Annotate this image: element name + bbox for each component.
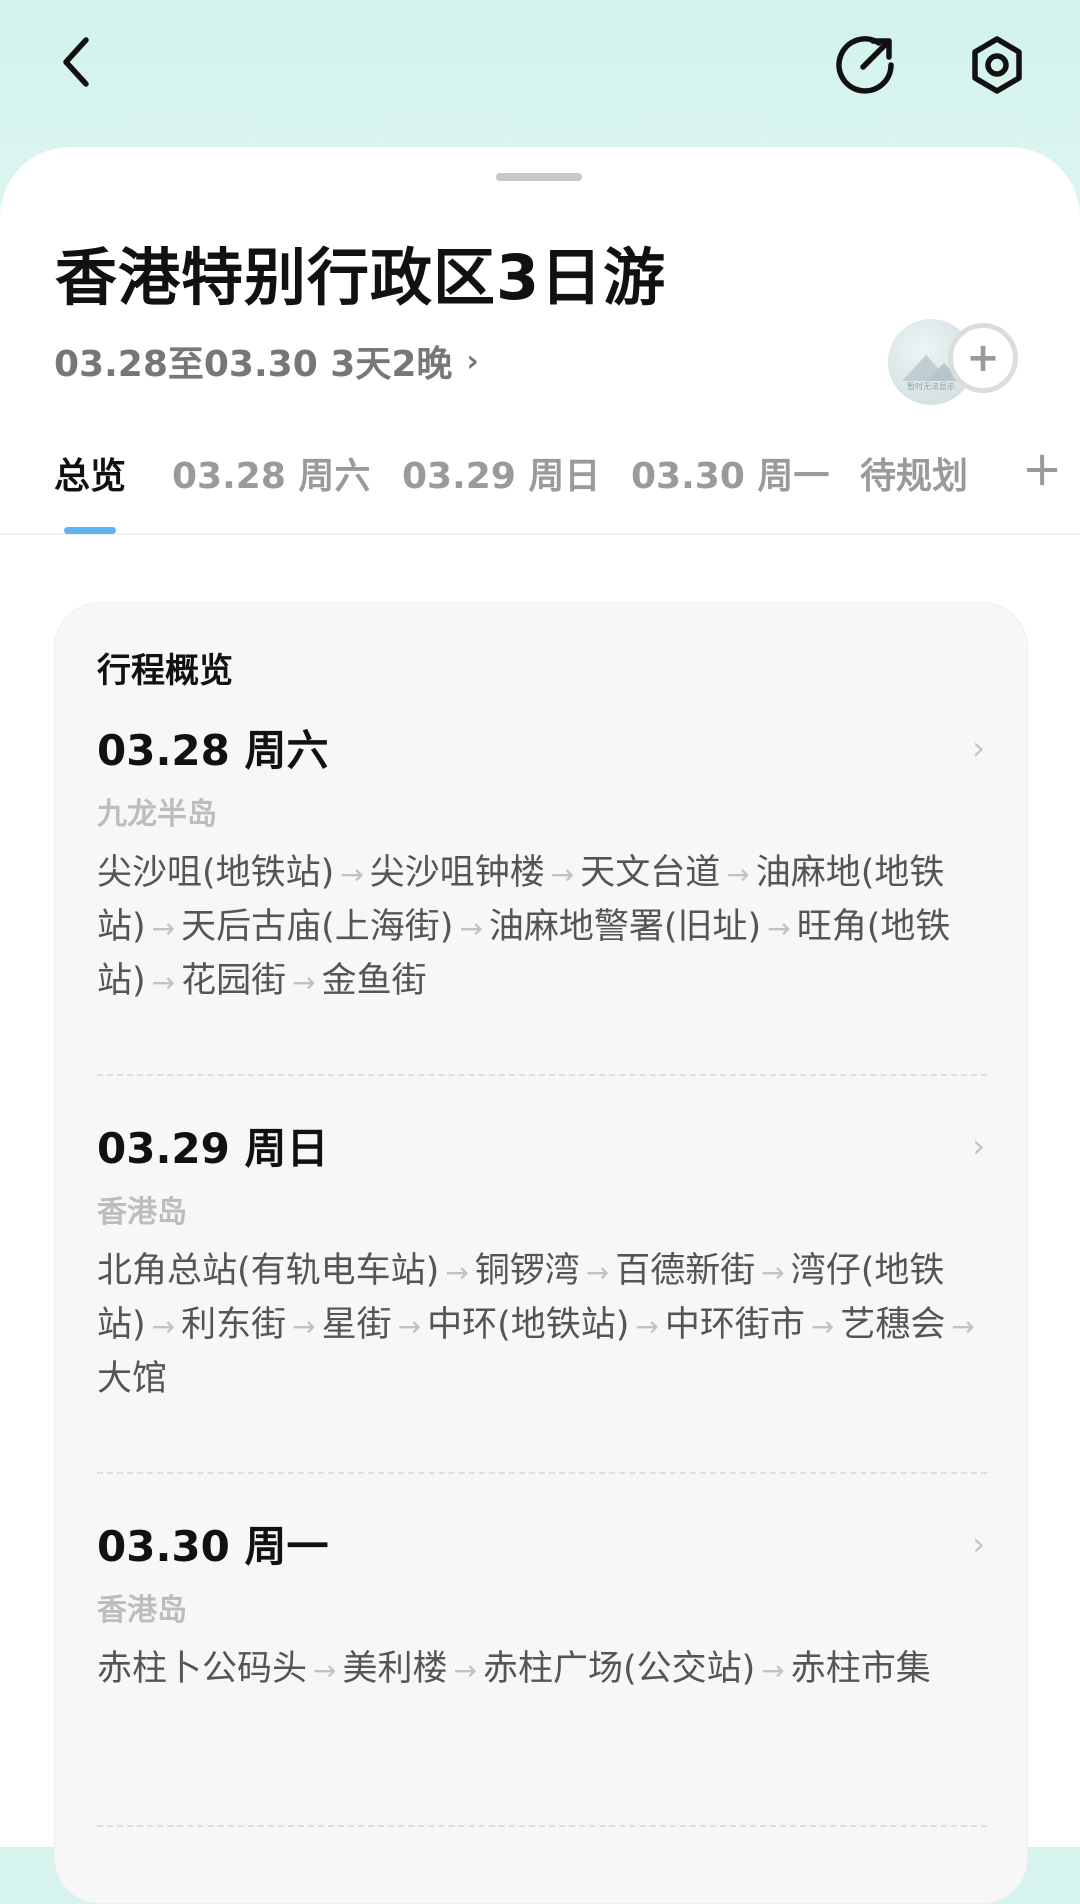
route-arrow-icon: →: [313, 1654, 337, 1687]
route-stop: 赤柱卜公码头: [97, 1649, 308, 1689]
route-arrow-icon: →: [453, 1654, 477, 1687]
route-stop: 金鱼街: [321, 961, 427, 1001]
route-stop: 艺穗会: [840, 1305, 946, 1345]
back-arrow-icon: [63, 37, 89, 87]
avatar-caption: 暂时无法显示: [907, 382, 955, 391]
day-date: 03.30 周一: [97, 1521, 329, 1571]
companions: 暂时无法显示 +: [888, 319, 1028, 409]
route-arrow-icon: →: [951, 1310, 975, 1343]
overview-card: 行程概览 03.28 周六 › 九龙半岛 尖沙咀(地铁站) → 尖沙咀钟楼 → 天文台道…: [54, 602, 1028, 1904]
route-stop: 尖沙咀钟楼: [369, 853, 545, 893]
tab-day-1[interactable]: 03.28 周六: [172, 447, 370, 499]
route-arrow-icon: →: [585, 1256, 610, 1289]
plus-icon: +: [966, 335, 1000, 381]
route-arrow-icon: →: [292, 1310, 316, 1343]
settings-button[interactable]: [962, 30, 1032, 100]
route-stop: 赤柱广场(公交站): [482, 1649, 756, 1689]
route-arrow-icon: →: [397, 1310, 422, 1343]
day-area: 香港岛: [97, 1593, 187, 1628]
back-button[interactable]: [44, 30, 108, 94]
route-stop: 中环(地铁站): [427, 1305, 630, 1345]
day-item[interactable]: 03.30 周一 › 香港岛 赤柱卜公码头 → 美利楼 → 赤柱广场(公交站) → 赤柱市集: [97, 1515, 987, 1697]
divider: [97, 1825, 987, 1827]
route-stop: 油麻地警署(旧址): [488, 907, 762, 947]
route-stop: 天文台道: [580, 853, 721, 893]
route-stop: 星街: [321, 1305, 392, 1345]
route-stop: 尖沙咀(地铁站): [97, 853, 335, 893]
tab-day-3[interactable]: 03.30 周一: [631, 447, 829, 499]
add-companion-button[interactable]: +: [948, 323, 1018, 393]
route-arrow-icon: →: [340, 858, 364, 891]
trip-dates[interactable]: 03.28至03.30 3天2晚 ›: [54, 335, 479, 387]
route-stop: 中环街市: [664, 1305, 805, 1345]
chevron-right-icon: ›: [972, 1525, 985, 1563]
route-arrow-icon: →: [761, 1256, 785, 1289]
overview-title: 行程概览: [97, 651, 233, 691]
trip-title: 香港特别行政区3日游: [55, 241, 667, 314]
route-arrow-icon: →: [767, 912, 791, 945]
route-stop: 赤柱市集: [790, 1649, 931, 1689]
day-date: 03.29 周日: [97, 1123, 329, 1173]
route-arrow-icon: →: [550, 858, 575, 891]
share-icon: [836, 36, 894, 94]
route-arrow-icon: →: [151, 912, 176, 945]
chevron-right-icon: ›: [972, 729, 985, 767]
route-stop: 利东街: [181, 1305, 287, 1345]
route-arrow-icon: →: [151, 1310, 176, 1343]
route-arrow-icon: →: [292, 966, 316, 999]
route-stop: 大馆: [97, 1359, 168, 1399]
day-item[interactable]: 03.28 周六 › 九龙半岛 尖沙咀(地铁站) → 尖沙咀钟楼 → 天文台道 → 油麻地(…: [97, 719, 987, 1009]
chevron-right-icon: ›: [972, 1127, 985, 1165]
day-area: 香港岛: [97, 1195, 187, 1230]
route-arrow-icon: →: [459, 912, 483, 945]
divider: [97, 1074, 987, 1076]
day-item[interactable]: 03.29 周日 › 香港岛 北角总站(有轨电车站) → 铜锣湾 → 百德新街 → 湾仔(地…: [97, 1117, 987, 1405]
route-arrow-icon: →: [726, 858, 750, 891]
route-arrow-icon: →: [151, 966, 176, 999]
add-day-icon[interactable]: +: [1022, 441, 1062, 497]
day-date: 03.28 周六: [97, 725, 329, 775]
route-arrow-icon: →: [635, 1310, 659, 1343]
route-arrow-icon: →: [810, 1310, 835, 1343]
route-stop: 北角总站(有轨电车站): [97, 1251, 440, 1291]
route-stop: 天后古庙(上海街): [181, 907, 454, 947]
trip-dates-label: 03.28至03.30 3天2晚: [54, 344, 453, 385]
day-tabs: 总览 03.28 周六 03.29 周日 03.30 周一 待规划 +: [0, 441, 1080, 535]
trip-sheet: 香港特别行政区3日游 03.28至03.30 3天2晚 › 暂时无法显示 + 总…: [0, 147, 1080, 1904]
day-route: 北角总站(有轨电车站) → 铜锣湾 → 百德新街 → 湾仔(地铁站) → 利东街 → 星街 → 中环(地…: [97, 1245, 987, 1405]
chevron-right-icon: ›: [466, 343, 479, 379]
tab-unplanned[interactable]: 待规划: [860, 447, 968, 499]
route-stop: 铜锣湾: [474, 1251, 580, 1291]
divider: [97, 1472, 987, 1474]
tab-day-2[interactable]: 03.29 周日: [402, 447, 600, 499]
route-arrow-icon: →: [761, 1654, 785, 1687]
sheet-grabber[interactable]: [496, 173, 582, 181]
share-button[interactable]: [832, 30, 902, 100]
route-stop: 花园街: [181, 961, 287, 1001]
route-arrow-icon: →: [445, 1256, 469, 1289]
tab-overview[interactable]: 总览: [54, 447, 126, 499]
route-stop: 百德新街: [615, 1251, 756, 1291]
settings-icon: [972, 36, 1022, 94]
day-route: 尖沙咀(地铁站) → 尖沙咀钟楼 → 天文台道 → 油麻地(地铁站) → 天后古庙(上海街) → 油…: [97, 847, 987, 1009]
active-tab-indicator: [64, 527, 116, 534]
day-area: 九龙半岛: [97, 797, 217, 832]
route-stop: 美利楼: [342, 1649, 448, 1689]
day-route: 赤柱卜公码头 → 美利楼 → 赤柱广场(公交站) → 赤柱市集: [97, 1643, 987, 1697]
